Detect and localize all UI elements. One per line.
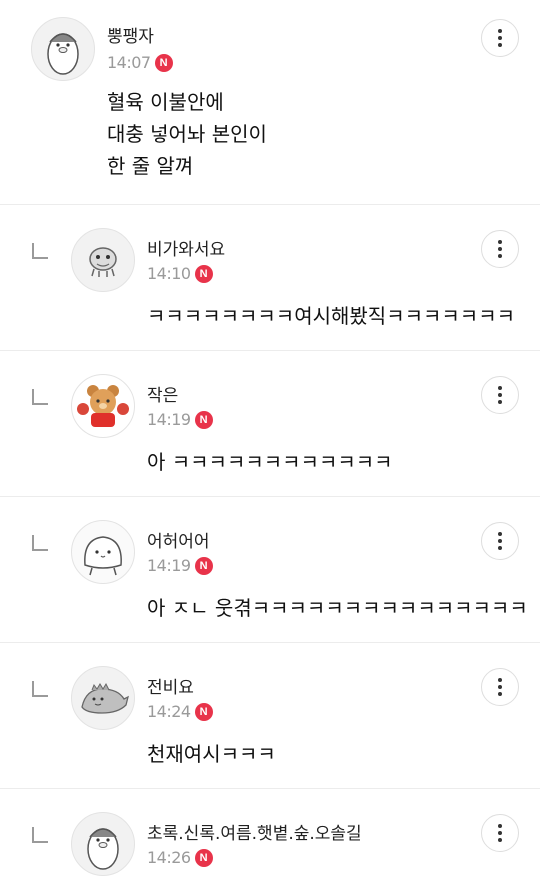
- comment-time: 14:10: [147, 264, 191, 283]
- comment-author[interactable]: 어허어어: [147, 527, 210, 552]
- comment-body: 혈육 이불안에 대충 넣어놔 본인이 한 줄 알껴: [107, 86, 267, 182]
- comment-body: ㅋㅋㅋㅋㅋㅋㅋㅋ여시해봤직ㅋㅋㅋㅋㅋㅋㅋ: [147, 304, 515, 328]
- comment-time: 14:07: [107, 53, 151, 72]
- new-badge: N: [194, 848, 213, 867]
- comment-time: 14:26: [147, 848, 191, 867]
- more-options-button[interactable]: [481, 668, 519, 706]
- doodle-avatar-icon[interactable]: [71, 228, 135, 292]
- more-options-button[interactable]: [481, 522, 519, 560]
- comment-line: 한 줄 알껴: [107, 154, 194, 178]
- more-options-button[interactable]: [481, 19, 519, 57]
- bear-avatar-icon[interactable]: [71, 374, 135, 438]
- comment-author[interactable]: 초록.신록.여름.햇볕.숲.오솔길: [147, 819, 362, 844]
- penguin-avatar-icon[interactable]: [71, 812, 135, 876]
- comment-time: 14:24: [147, 702, 191, 721]
- new-badge: N: [194, 410, 213, 429]
- penguin-avatar-icon[interactable]: [31, 17, 95, 81]
- comment-time: 14:19: [147, 410, 191, 429]
- comment-meta: 14:19 N: [147, 556, 213, 575]
- new-badge: N: [194, 702, 213, 721]
- comment-body: 아 ㅋㅋㅋㅋㅋㅋㅋㅋㅋㅋㅋㅋ: [147, 450, 393, 474]
- reply-arrow-icon: [32, 243, 48, 259]
- reply-arrow-icon: [32, 389, 48, 405]
- more-options-button[interactable]: [481, 376, 519, 414]
- comment-meta: 14:24 N: [147, 702, 213, 721]
- comment-body: 천재여시ㅋㅋㅋ: [147, 742, 276, 766]
- reply-item: 어허어어 14:19 N 아 ㅈㄴ 웃겪ㅋㅋㅋㅋㅋㅋㅋㅋㅋㅋㅋㅋㅋㅋㅋ: [0, 497, 540, 642]
- reply-item: 전비요 14:24 N 천재여시ㅋㅋㅋ: [0, 643, 540, 788]
- comment-author[interactable]: 작은: [147, 381, 178, 406]
- reply-item: 비가와서요 14:10 N ㅋㅋㅋㅋㅋㅋㅋㅋ여시해봤직ㅋㅋㅋㅋㅋㅋㅋ: [0, 205, 540, 350]
- comment-line: 대충 넣어놔 본인이: [107, 122, 267, 146]
- comment-author[interactable]: 전비요: [147, 673, 194, 698]
- comment-line: 혈육 이불안에: [107, 90, 224, 114]
- more-options-button[interactable]: [481, 814, 519, 852]
- comment-meta: 14:19 N: [147, 410, 213, 429]
- comment-item: 뿡팽자 14:07 N 혈육 이불안에 대충 넣어놔 본인이 한 줄 알껴: [0, 0, 540, 204]
- comment-meta: 14:10 N: [147, 264, 213, 283]
- comment-meta: 14:26 N: [147, 848, 213, 867]
- new-badge: N: [194, 556, 213, 575]
- reply-arrow-icon: [32, 827, 48, 843]
- reply-item: 작은 14:19 N 아 ㅋㅋㅋㅋㅋㅋㅋㅋㅋㅋㅋㅋ: [0, 351, 540, 496]
- reply-item: 초록.신록.여름.햇볕.숲.오솔길 14:26 N: [0, 789, 540, 876]
- comment-time: 14:19: [147, 556, 191, 575]
- comment-body: 아 ㅈㄴ 웃겪ㅋㅋㅋㅋㅋㅋㅋㅋㅋㅋㅋㅋㅋㅋㅋ: [147, 596, 528, 620]
- more-options-button[interactable]: [481, 230, 519, 268]
- comment-author[interactable]: 뿡팽자: [107, 22, 154, 47]
- reply-arrow-icon: [32, 681, 48, 697]
- comment-author[interactable]: 비가와서요: [147, 235, 225, 260]
- comment-meta: 14:07 N: [107, 53, 173, 72]
- blob-avatar-icon[interactable]: [71, 520, 135, 584]
- reply-arrow-icon: [32, 535, 48, 551]
- new-badge: N: [154, 53, 173, 72]
- dino-avatar-icon[interactable]: [71, 666, 135, 730]
- new-badge: N: [194, 264, 213, 283]
